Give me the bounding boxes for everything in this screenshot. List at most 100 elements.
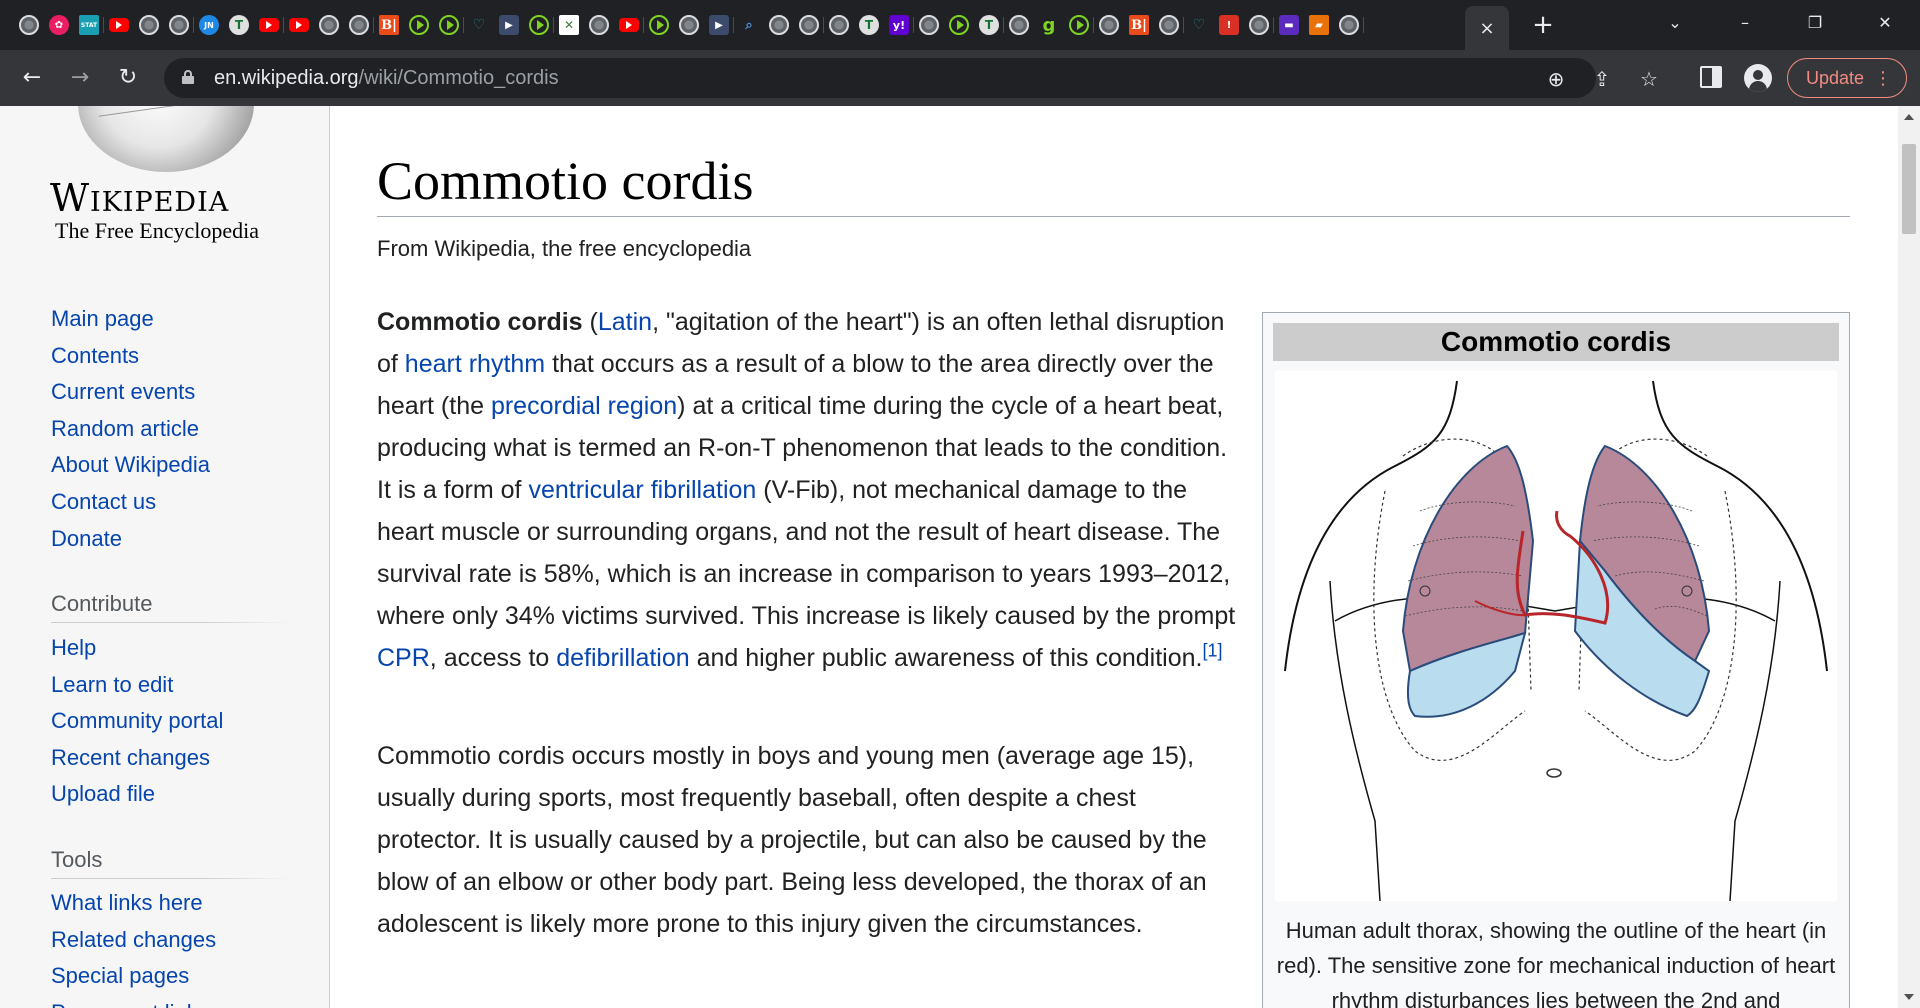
pinned-tab-globe[interactable] xyxy=(1154,12,1184,38)
link-cpr[interactable]: CPR xyxy=(377,644,430,672)
pinned-tab-g[interactable]: g xyxy=(1034,12,1064,38)
pinned-tab-stat-news[interactable]: STAT xyxy=(74,12,104,38)
pinned-tab-newsletter[interactable]: T xyxy=(854,12,884,38)
pinned-tab-jn[interactable]: JN xyxy=(194,12,224,38)
lock-icon[interactable] xyxy=(182,70,194,84)
address-bar[interactable]: en.wikipedia.org/wiki/Commotio_cordis ⊕ xyxy=(164,58,1596,98)
pinned-tab-globe[interactable] xyxy=(584,12,614,38)
forward-icon[interactable]: → xyxy=(64,62,96,94)
pinned-tab-globe[interactable] xyxy=(164,12,194,38)
nav-link-contact-us[interactable]: Contact us xyxy=(51,489,210,526)
wikipedia-tagline[interactable]: The Free Encyclopedia xyxy=(55,218,259,244)
wikipedia-wordmark[interactable]: Wikipedia xyxy=(50,176,229,220)
wikipedia-globe-logo[interactable]: 維 7 xyxy=(78,106,254,172)
side-panel-icon[interactable] xyxy=(1700,66,1722,88)
pinned-tab-globe[interactable] xyxy=(764,12,794,38)
nav-link-permanent-link[interactable]: Permanent link xyxy=(51,1000,216,1008)
pinned-tab-globe[interactable] xyxy=(794,12,824,38)
close-window-icon[interactable]: ✕ xyxy=(1850,0,1920,44)
pinned-tab-globe[interactable] xyxy=(134,12,164,38)
pinned-tab-bl[interactable]: B| xyxy=(374,12,404,38)
pinned-tab-globe[interactable] xyxy=(314,12,344,38)
new-tab-button[interactable]: + xyxy=(1528,10,1558,40)
pinned-tab-globe[interactable] xyxy=(1004,12,1034,38)
nav-link-related-changes[interactable]: Related changes xyxy=(51,927,216,964)
update-button[interactable]: Update ⋮ xyxy=(1787,58,1907,98)
menu-dots-icon[interactable]: ⋮ xyxy=(1874,59,1892,97)
tab-search-icon[interactable]: ⌄ xyxy=(1640,0,1710,44)
pinned-tab-red[interactable]: ! xyxy=(1214,12,1244,38)
pinned-tab-globe[interactable] xyxy=(914,12,944,38)
site-subtitle: From Wikipedia, the free encyclopedia xyxy=(377,236,752,261)
pinned-tab-yahoo[interactable]: y! xyxy=(884,12,914,38)
scroll-up-arrow-icon[interactable] xyxy=(1904,114,1914,120)
pinned-tab-dark[interactable]: ▶ xyxy=(494,12,524,38)
active-tab[interactable]: × xyxy=(1465,6,1509,50)
reload-icon[interactable]: ↻ xyxy=(112,62,144,94)
pinned-tab-shield[interactable]: ♡ xyxy=(1184,12,1214,38)
share-icon[interactable]: ⇪ xyxy=(1589,66,1615,92)
nav-link-what-links-here[interactable]: What links here xyxy=(51,890,216,927)
pinned-tab-youtube[interactable] xyxy=(614,12,644,38)
pinned-tab-globe[interactable] xyxy=(1244,12,1274,38)
pinned-tab-play[interactable] xyxy=(524,12,554,38)
scroll-down-arrow-icon[interactable] xyxy=(1904,994,1914,1000)
pinned-tab-globe[interactable] xyxy=(1334,12,1364,38)
pinned-tab-play[interactable] xyxy=(1064,12,1094,38)
nav-link-special-pages[interactable]: Special pages xyxy=(51,963,216,1000)
nav-link-recent-changes[interactable]: Recent changes xyxy=(51,745,223,782)
nav-link-contents[interactable]: Contents xyxy=(51,343,210,380)
pinned-tab-globe[interactable] xyxy=(674,12,704,38)
nav-link-main-page[interactable]: Main page xyxy=(51,306,210,343)
profile-avatar-icon[interactable] xyxy=(1744,64,1772,92)
thorax-illustration[interactable] xyxy=(1275,371,1837,902)
pinned-tab-pink-flower[interactable]: ✿ xyxy=(44,12,74,38)
pinned-tab-search[interactable]: ⌕ xyxy=(734,12,764,38)
zoom-icon[interactable]: ⊕ xyxy=(1543,66,1569,92)
link-ventricular-fibrillation[interactable]: ventricular fibrillation xyxy=(528,476,756,504)
pinned-tab-orange[interactable]: ▰ xyxy=(1304,12,1334,38)
url-text[interactable]: en.wikipedia.org/wiki/Commotio_cordis xyxy=(214,68,559,88)
pinned-tab-play[interactable] xyxy=(404,12,434,38)
pinned-tab-globe[interactable] xyxy=(1094,12,1124,38)
pinned-tab-globe[interactable] xyxy=(824,12,854,38)
pinned-tab-play[interactable] xyxy=(434,12,464,38)
nav-link-donate[interactable]: Donate xyxy=(51,526,210,563)
pinned-tab-newsletter[interactable]: T xyxy=(974,12,1004,38)
tab-strip: ✿ STAT JN T B| ♡ ▶ ✕ ▶ ⌕ Ty! Tg B| ♡! ▬ ▰ × + ⌄ – ❐ ✕ xyxy=(0,0,1920,50)
pinned-tab-globe[interactable] xyxy=(344,12,374,38)
pinned-tab-grid[interactable]: ✕ xyxy=(554,12,584,38)
nav-link-help[interactable]: Help xyxy=(51,635,223,672)
pinned-tab-bl[interactable]: B| xyxy=(1124,12,1154,38)
pinned-tab-play[interactable] xyxy=(644,12,674,38)
nav-link-about-wikipedia[interactable]: About Wikipedia xyxy=(51,452,210,489)
link-defibrillation[interactable]: defibrillation xyxy=(556,644,689,672)
bookmark-star-icon[interactable]: ☆ xyxy=(1636,66,1662,92)
update-label: Update xyxy=(1806,68,1865,88)
nav-link-learn-to-edit[interactable]: Learn to edit xyxy=(51,672,223,709)
pinned-tab-play[interactable] xyxy=(944,12,974,38)
back-icon[interactable]: ← xyxy=(16,62,48,94)
pinned-tab-newsletter[interactable]: T xyxy=(224,12,254,38)
pinned-tab-globe-blue[interactable] xyxy=(14,12,44,38)
minimize-icon[interactable]: – xyxy=(1710,0,1780,44)
pinned-tab-purple[interactable]: ▬ xyxy=(1274,12,1304,38)
page-scrollbar[interactable] xyxy=(1898,106,1920,1008)
pinned-tab-youtube[interactable] xyxy=(254,12,284,38)
pinned-tab-youtube[interactable] xyxy=(284,12,314,38)
pinned-tab-shield[interactable]: ♡ xyxy=(464,12,494,38)
nav-link-current-events[interactable]: Current events xyxy=(51,379,210,416)
pinned-tab-youtube[interactable] xyxy=(104,12,134,38)
link-precordial-region[interactable]: precordial region xyxy=(491,392,677,420)
nav-link-random-article[interactable]: Random article xyxy=(51,416,210,453)
pinned-tab-dark[interactable]: ▶ xyxy=(704,12,734,38)
scrollbar-thumb[interactable] xyxy=(1902,144,1916,234)
nav-link-community-portal[interactable]: Community portal xyxy=(51,708,223,745)
link-latin[interactable]: Latin xyxy=(598,308,652,336)
nav-link-upload-file[interactable]: Upload file xyxy=(51,781,223,818)
restore-icon[interactable]: ❐ xyxy=(1780,0,1850,44)
pinned-tabs: ✿ STAT JN T B| ♡ ▶ ✕ ▶ ⌕ Ty! Tg B| ♡! ▬ ▰ xyxy=(14,12,1364,38)
tab-close-icon[interactable]: × xyxy=(1479,18,1494,39)
citation-link[interactable]: [1] xyxy=(1203,641,1223,661)
link-heart-rhythm[interactable]: heart rhythm xyxy=(405,350,545,378)
